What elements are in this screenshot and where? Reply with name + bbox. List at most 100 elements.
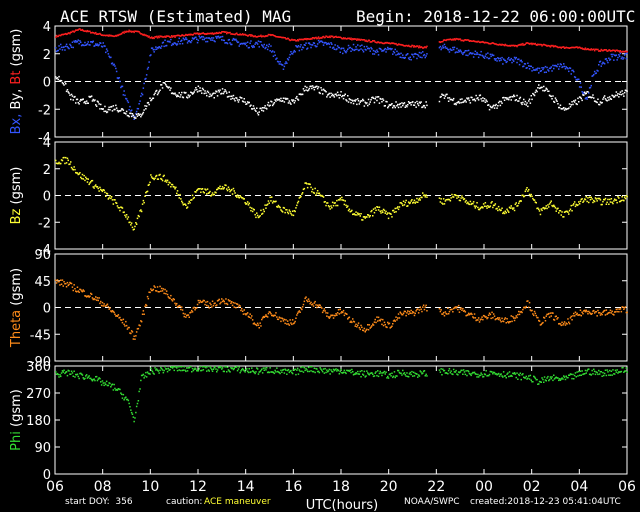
data-point xyxy=(584,369,587,372)
data-point xyxy=(588,196,591,198)
data-point xyxy=(548,206,550,208)
x-tick-label: 14 xyxy=(237,479,255,495)
data-point xyxy=(345,204,347,207)
data-point xyxy=(153,93,155,96)
data-point xyxy=(205,366,207,369)
data-point xyxy=(226,303,229,306)
data-point xyxy=(201,188,204,190)
data-point xyxy=(440,309,442,311)
data-point xyxy=(407,205,409,207)
data-point xyxy=(187,202,190,205)
data-point xyxy=(565,375,567,377)
y-axis-label-part: Bz xyxy=(9,208,24,224)
data-point xyxy=(515,56,517,59)
data-point xyxy=(181,200,183,203)
data-point xyxy=(463,51,466,53)
data-point xyxy=(254,213,256,216)
data-point xyxy=(324,201,326,203)
data-point xyxy=(598,197,601,200)
data-point xyxy=(206,40,209,43)
data-point xyxy=(502,96,505,99)
data-point xyxy=(216,188,219,190)
data-point xyxy=(301,366,304,368)
data-point xyxy=(593,368,595,371)
data-point xyxy=(358,213,361,215)
data-point xyxy=(369,50,371,52)
data-point xyxy=(602,200,604,203)
data-point xyxy=(504,375,507,377)
data-point xyxy=(414,101,416,104)
data-point xyxy=(620,57,623,60)
data-point xyxy=(336,48,338,50)
data-point xyxy=(251,315,253,317)
data-point xyxy=(455,194,457,197)
data-point xyxy=(206,94,208,97)
data-point xyxy=(471,313,473,316)
data-point xyxy=(547,204,549,206)
data-point xyxy=(612,369,614,371)
data-point xyxy=(193,91,195,93)
data-point xyxy=(604,369,607,371)
data-point xyxy=(447,369,450,372)
data-point xyxy=(338,313,341,315)
data-point xyxy=(223,187,225,189)
data-point xyxy=(483,57,486,59)
data-point xyxy=(397,103,399,106)
data-point xyxy=(195,368,197,370)
data-point xyxy=(283,318,286,321)
data-point xyxy=(168,86,170,88)
data-point xyxy=(579,370,582,372)
data-point xyxy=(395,101,397,103)
data-point xyxy=(521,61,523,63)
data-point xyxy=(159,369,161,372)
data-point xyxy=(206,193,208,195)
data-point xyxy=(329,316,331,318)
data-point xyxy=(439,45,442,48)
data-point xyxy=(103,384,105,387)
data-point xyxy=(108,197,110,199)
data-point xyxy=(174,92,176,94)
data-point xyxy=(124,214,126,217)
data-point xyxy=(232,94,235,97)
data-point xyxy=(480,372,482,374)
data-point xyxy=(98,103,100,105)
data-point xyxy=(202,369,205,371)
data-point xyxy=(562,324,564,326)
data-point xyxy=(82,178,84,180)
data-point xyxy=(412,375,414,377)
data-point xyxy=(425,101,427,103)
data-point xyxy=(506,60,508,63)
noaa-credit: NOAA/SWPC xyxy=(404,497,460,507)
data-point xyxy=(613,59,615,61)
data-point xyxy=(599,199,602,201)
data-point xyxy=(55,36,57,38)
data-point xyxy=(616,94,618,97)
data-point xyxy=(176,302,178,305)
data-point xyxy=(625,367,628,369)
data-point xyxy=(423,194,426,196)
data-point xyxy=(548,316,551,318)
data-point xyxy=(624,306,627,308)
data-point xyxy=(299,370,301,373)
data-point xyxy=(313,88,316,91)
data-point xyxy=(613,314,615,316)
data-point xyxy=(261,109,263,112)
data-point xyxy=(170,36,172,38)
data-point xyxy=(56,279,59,281)
data-point xyxy=(356,103,358,106)
data-point xyxy=(415,53,417,55)
data-point xyxy=(287,102,290,104)
data-point xyxy=(223,300,225,303)
data-point xyxy=(191,199,193,201)
data-point xyxy=(395,316,397,318)
data-point xyxy=(105,383,107,386)
data-point xyxy=(477,56,480,59)
data-point xyxy=(372,373,374,375)
data-point xyxy=(462,373,464,375)
data-point xyxy=(235,38,237,41)
data-point xyxy=(91,100,94,102)
data-point xyxy=(127,216,130,218)
data-point xyxy=(135,411,137,414)
data-point xyxy=(479,374,482,376)
data-point xyxy=(556,65,558,68)
